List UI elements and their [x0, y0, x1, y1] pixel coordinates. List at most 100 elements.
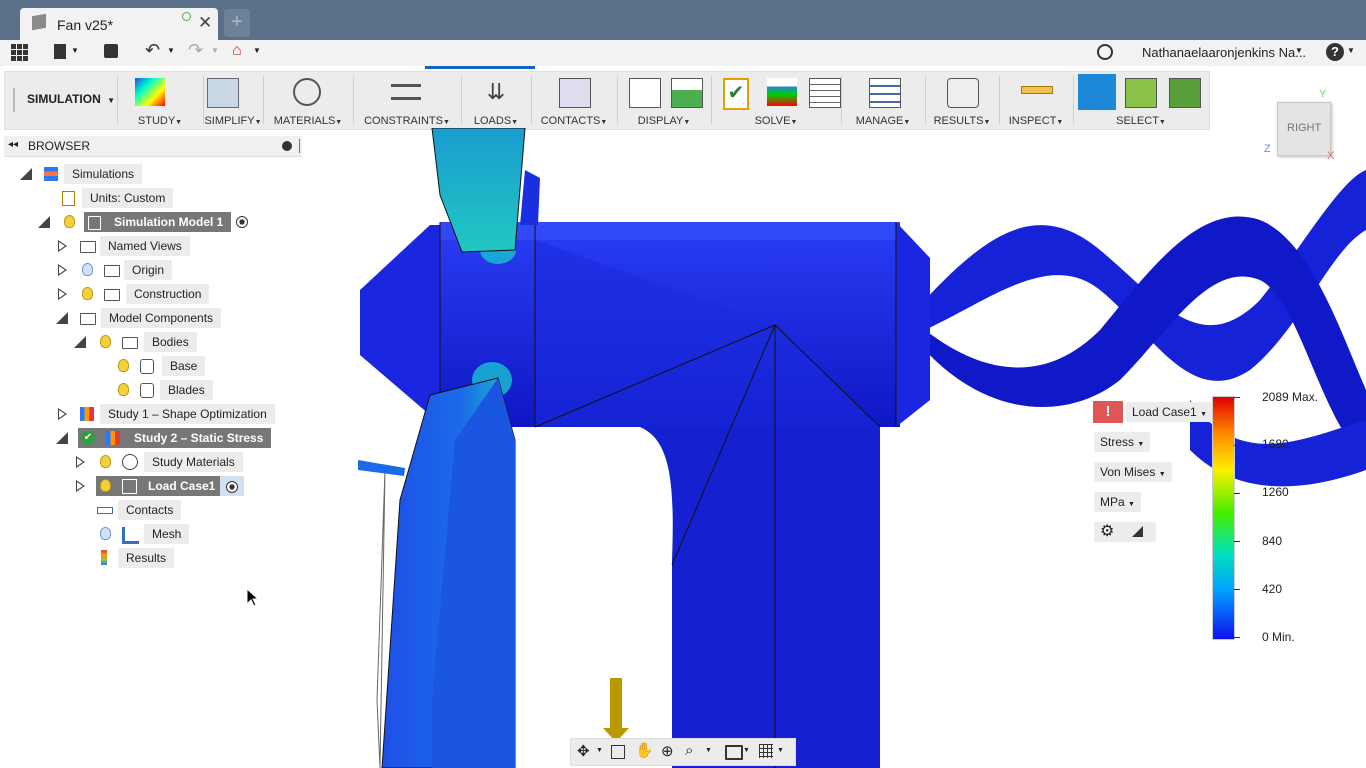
tree-item-simulations[interactable]: Simulations: [20, 164, 300, 184]
tree-item-model-components[interactable]: Model Components: [56, 308, 256, 328]
tree-item-construction[interactable]: Construction: [56, 284, 256, 304]
job-status-clock-icon[interactable]: [1097, 44, 1113, 60]
expand-toggle-icon[interactable]: [58, 288, 67, 300]
pan-hand-icon[interactable]: ✋: [635, 741, 654, 759]
undo-icon[interactable]: ↶: [145, 40, 160, 61]
expand-toggle-icon[interactable]: [74, 336, 86, 348]
visibility-bulb-icon[interactable]: [100, 479, 111, 492]
tree-item-study-1[interactable]: Study 1 – Shape Optimization: [56, 404, 286, 424]
workspace-switcher[interactable]: SIMULATION ▼: [27, 92, 115, 106]
visibility-bulb-icon[interactable]: [118, 383, 129, 396]
visibility-bulb-icon[interactable]: [64, 215, 75, 228]
dropdown-arrow-icon[interactable]: ▼: [211, 46, 219, 55]
ribbon-group-manage[interactable]: MANAGE▼: [841, 72, 925, 129]
look-at-icon[interactable]: [611, 745, 625, 759]
dropdown-arrow-icon[interactable]: ▼: [705, 747, 712, 754]
visibility-bulb-icon[interactable]: [100, 335, 111, 348]
dropdown-arrow-icon[interactable]: ▼: [1347, 46, 1355, 55]
tree-item-bodies[interactable]: Bodies: [74, 332, 224, 352]
new-tab-button[interactable]: +: [224, 9, 250, 37]
ribbon-group-loads[interactable]: ⇊ LOADS▼: [425, 66, 535, 129]
orbit-icon[interactable]: ✥: [577, 742, 590, 760]
warning-alert-icon[interactable]: !: [1093, 401, 1123, 423]
legend-settings-gear-icon[interactable]: ⚙: [1100, 523, 1114, 540]
close-tab-icon[interactable]: ✕: [198, 13, 212, 33]
expand-toggle-icon[interactable]: [76, 480, 85, 492]
dropdown-arrow-icon[interactable]: ▼: [253, 46, 261, 55]
tree-item-results[interactable]: Results: [96, 548, 216, 568]
tree-item-load-case[interactable]: Load Case1: [74, 476, 254, 496]
display-settings-icon[interactable]: [725, 745, 743, 760]
fit-zoom-icon[interactable]: ⌕: [685, 742, 693, 759]
save-icon[interactable]: [104, 44, 118, 58]
help-icon[interactable]: ?: [1326, 43, 1344, 61]
ribbon-group-inspect[interactable]: INSPECT▼: [999, 72, 1073, 129]
minimize-browser-icon[interactable]: [282, 141, 292, 151]
redo-icon[interactable]: ↷: [188, 40, 203, 61]
right-hub-cap[interactable]: [896, 222, 930, 427]
grid-settings-icon[interactable]: [759, 744, 773, 758]
ribbon-group-simplify[interactable]: SIMPLIFY▼: [203, 72, 263, 129]
dropdown-arrow-icon[interactable]: ▼: [596, 747, 603, 754]
expand-toggle-icon[interactable]: [76, 456, 85, 468]
tree-item-mesh[interactable]: Mesh: [96, 524, 216, 544]
ribbon-group-select[interactable]: SELECT▼: [1073, 72, 1209, 129]
dropdown-arrow-icon[interactable]: ▼: [167, 46, 175, 55]
viewcube[interactable]: RIGHT: [1277, 102, 1331, 156]
file-menu-icon[interactable]: [54, 44, 66, 59]
simulations-icon: [44, 167, 58, 181]
ribbon-group-solve[interactable]: ✔ SOLVE▼: [711, 72, 841, 129]
tree-item-study-materials[interactable]: Study Materials: [74, 452, 254, 472]
zoom-icon[interactable]: ⊕: [661, 742, 674, 760]
tree-item-contacts[interactable]: Contacts: [96, 500, 216, 520]
ribbon-group-results[interactable]: RESULTS▼: [925, 72, 999, 129]
load-arrow[interactable]: [603, 678, 629, 742]
tree-item-simulation-model[interactable]: Simulation Model 1: [38, 212, 268, 232]
tree-item-body-blades[interactable]: Blades: [114, 380, 224, 400]
expand-toggle-icon[interactable]: [58, 408, 67, 420]
activate-radio-icon[interactable]: [220, 476, 244, 496]
left-hub-cap[interactable]: [360, 225, 440, 415]
result-component-dropdown[interactable]: Von Mises ▼: [1094, 462, 1172, 482]
visibility-bulb-icon[interactable]: [100, 455, 111, 468]
home-icon[interactable]: ⌂: [232, 42, 242, 60]
apps-grid-icon[interactable]: [11, 44, 29, 62]
window-select-icon[interactable]: [1078, 74, 1116, 110]
ribbon-group-display[interactable]: DISPLAY▼: [617, 72, 711, 129]
tree-item-study-2[interactable]: Study 2 – Static Stress ✔: [56, 428, 286, 448]
user-account-menu[interactable]: Nathanaelaaronjenkins Na...: [1142, 45, 1306, 60]
visibility-bulb-icon[interactable]: [82, 263, 93, 276]
expand-toggle-icon[interactable]: [56, 432, 68, 444]
ribbon-group-study[interactable]: STUDY▼: [117, 72, 203, 129]
units-dropdown[interactable]: MPa ▼: [1094, 492, 1141, 512]
load-case-dropdown[interactable]: Load Case1 ▼: [1126, 402, 1213, 422]
ribbon-group-constraints[interactable]: CONSTRAINTS▼: [353, 72, 461, 129]
result-type-dropdown[interactable]: Stress ▼: [1094, 432, 1151, 452]
ribbon-group-contacts[interactable]: CONTACTS▼: [531, 72, 617, 129]
tree-item-named-views[interactable]: Named Views: [56, 236, 256, 256]
ribbon-group-materials[interactable]: MATERIALS▼: [263, 72, 353, 129]
visibility-bulb-icon[interactable]: [100, 527, 111, 540]
expand-toggle-icon[interactable]: [58, 240, 67, 252]
dropdown-arrow-icon[interactable]: ▼: [777, 747, 784, 754]
legend-scale-icon[interactable]: [1132, 526, 1143, 537]
visibility-bulb-icon[interactable]: [118, 359, 129, 372]
model-viewport[interactable]: [300, 128, 1366, 768]
tree-item-units[interactable]: Units: Custom: [60, 188, 260, 208]
collapse-browser-icon[interactable]: ◂◂: [8, 139, 18, 150]
document-tab[interactable]: Fan v25* ✕: [20, 8, 218, 40]
stress-color-scale-bar[interactable]: [1212, 396, 1235, 640]
activate-radio-icon[interactable]: [236, 216, 248, 228]
expand-toggle-icon[interactable]: [38, 216, 50, 228]
expand-toggle-icon[interactable]: [58, 264, 67, 276]
dropdown-arrow-icon[interactable]: ▼: [1295, 46, 1303, 55]
dropdown-arrow-icon[interactable]: ▼: [71, 46, 79, 55]
mount-stem[interactable]: [535, 427, 880, 768]
expand-toggle-icon[interactable]: [20, 168, 32, 180]
tree-item-body-base[interactable]: Base: [114, 356, 224, 376]
expand-toggle-icon[interactable]: [56, 312, 68, 324]
dropdown-arrow-icon[interactable]: ▼: [743, 747, 750, 754]
tree-item-origin[interactable]: Origin: [56, 260, 256, 280]
browser-resize-handle[interactable]: [299, 139, 300, 153]
visibility-bulb-icon[interactable]: [82, 287, 93, 300]
